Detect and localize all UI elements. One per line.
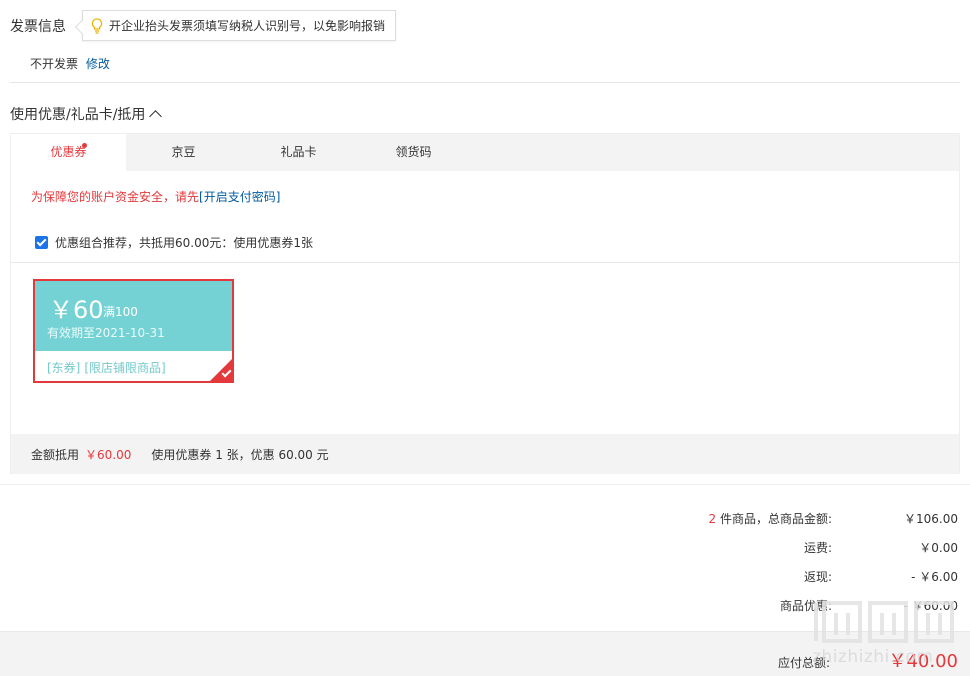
coupon-tag-scope: [限店铺限商品] — [84, 361, 166, 375]
summary-amount: ￥60.00 — [85, 447, 132, 462]
totals-divider — [0, 484, 970, 485]
invoice-tip-tooltip: 开企业抬头发票须填写纳税人识别号，以免影响报销 — [74, 10, 396, 41]
coupon-panel: 优惠券 京豆 礼品卡 领货码 为保障您的账户资金安全，请先[开启支付密码] 优惠… — [10, 133, 960, 474]
invoice-status: 不开发票 — [30, 57, 79, 71]
coupon-tag-type: [东券] — [47, 361, 81, 375]
tab-coupons-label: 优惠券 — [50, 145, 87, 159]
coupon-tabs: 优惠券 京豆 礼品卡 领货码 — [11, 134, 959, 171]
coupon-summary-bar: 金额抵用 ￥60.00 使用优惠券 1 张，优惠 60.00 元 — [11, 434, 959, 474]
shipping-row: 运费: ￥0.00 — [0, 539, 970, 559]
coupon-condition: 满100 — [103, 305, 138, 319]
security-warning: 为保障您的账户资金安全，请先[开启支付密码] — [31, 188, 280, 205]
enable-pay-password-link[interactable]: [开启支付密码] — [199, 190, 280, 204]
shipping-value: ￥0.00 — [919, 541, 958, 555]
site-watermark: zhizhizhi.com — [812, 595, 962, 670]
cashback-row: 返现: - ￥6.00 — [0, 568, 970, 588]
coupon-amount: ￥60 — [49, 290, 104, 325]
invoice-section-title: 发票信息 — [10, 19, 66, 35]
security-warning-text: 为保障您的账户资金安全，请先 — [31, 190, 200, 204]
combo-checkbox[interactable] — [35, 236, 48, 249]
watermark-logo-icon — [814, 601, 954, 643]
combo-text: 优惠组合推荐，共抵用60.00元：使用优惠券1张 — [55, 236, 313, 250]
summary-label: 金额抵用 — [31, 447, 80, 462]
combo-recommendation: 优惠组合推荐，共抵用60.00元：使用优惠券1张 — [35, 234, 313, 251]
items-label-text: 件商品，总商品金额: — [716, 512, 832, 526]
new-badge-dot — [82, 143, 87, 148]
tab-coupons[interactable]: 优惠券 — [11, 134, 126, 171]
summary-desc: 使用优惠券 1 张，优惠 60.00 元 — [151, 447, 329, 462]
panel-divider — [11, 262, 959, 263]
coupon-amount-value: 60 — [73, 296, 104, 324]
coupon-card[interactable]: ￥60 满100 有效期至2021-10-31 [东券] [限店铺限商品] — [33, 279, 234, 383]
tab-jingdou[interactable]: 京豆 — [126, 134, 241, 171]
total-items-value: ￥106.00 — [904, 512, 958, 526]
coupon-tags: [东券] [限店铺限商品] — [47, 359, 170, 376]
edit-invoice-link[interactable]: 修改 — [86, 57, 110, 71]
section-divider — [10, 82, 960, 83]
chevron-up-icon — [149, 110, 163, 123]
shipping-label: 运费: — [803, 541, 832, 555]
coupon-expiry: 有效期至2021-10-31 — [47, 326, 165, 340]
coupon-section-toggle[interactable]: 使用优惠/礼品卡/抵用 — [10, 104, 163, 124]
tab-redeem-code[interactable]: 领货码 — [356, 134, 471, 171]
invoice-status-line: 不开发票 修改 — [30, 55, 110, 72]
cashback-value: - ￥6.00 — [911, 570, 958, 584]
coupon-section-title: 使用优惠/礼品卡/抵用 — [10, 107, 146, 123]
lightbulb-icon — [91, 17, 103, 34]
watermark-text: zhizhizhi.com — [812, 647, 934, 667]
invoice-tip-text: 开企业抬头发票须填写纳税人识别号，以免影响报销 — [109, 19, 386, 33]
coupon-card-header: ￥60 满100 有效期至2021-10-31 — [35, 281, 232, 351]
total-items-label: 2 件商品，总商品金额: — [709, 510, 833, 527]
cashback-label: 返现: — [803, 570, 832, 584]
item-count: 2 — [708, 512, 717, 526]
tab-gift-card[interactable]: 礼品卡 — [241, 134, 356, 171]
tooltip-arrow — [74, 19, 90, 35]
coupon-currency: ￥ — [49, 296, 73, 324]
total-items-row: 2 件商品，总商品金额: ￥106.00 — [0, 510, 970, 530]
